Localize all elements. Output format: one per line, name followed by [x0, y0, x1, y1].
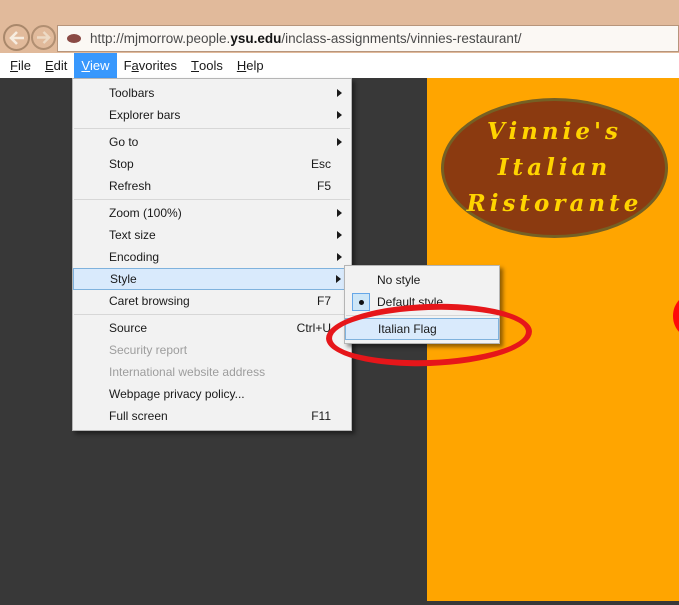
menubar-item-tools[interactable]: Tools [184, 53, 230, 78]
view-menu-item-zoom-100[interactable]: Zoom (100%) [73, 202, 351, 224]
menu-separator [74, 199, 350, 200]
submenu-arrow-icon [337, 253, 342, 261]
menu-arrow-column [337, 111, 351, 119]
menubar-item-edit[interactable]: Edit [38, 53, 74, 78]
menu-item-shortcut: F11 [311, 409, 331, 423]
style-submenu-item-italian-flag[interactable]: Italian Flag [345, 318, 499, 340]
style-submenu: No style Default style Italian Flag [344, 265, 500, 344]
address-bar[interactable]: http://mjmorrow.people.ysu.edu/inclass-a… [57, 25, 679, 52]
logo-line-1: Vinnie's [487, 114, 622, 150]
menu-item-label: Default style [377, 295, 479, 309]
view-menu-item-explorer-bars[interactable]: Explorer bars [73, 104, 351, 126]
menu-item-label: Encoding [109, 250, 331, 264]
submenu-arrow-icon [336, 275, 341, 283]
menu-item-label: Style [110, 272, 330, 286]
menu-bullet-column [345, 293, 377, 311]
menubar-item-help[interactable]: Help [230, 53, 271, 78]
submenu-arrow-icon [337, 89, 342, 97]
view-menu-item-caret-browsing[interactable]: Caret browsingF7 [73, 290, 351, 312]
view-menu-item-security-report: Security report [73, 339, 351, 361]
submenu-arrow-icon [337, 231, 342, 239]
back-button[interactable] [3, 24, 30, 51]
view-menu-item-go-to[interactable]: Go to [73, 131, 351, 153]
menu-separator [74, 314, 350, 315]
selected-style-bullet-icon [352, 293, 370, 311]
menu-item-label: Go to [109, 135, 331, 149]
view-menu-item-webpage-privacy-policy[interactable]: Webpage privacy policy... [73, 383, 351, 405]
menu-item-label: Text size [109, 228, 331, 242]
page-favicon-icon [67, 34, 81, 43]
forward-button[interactable] [31, 25, 56, 50]
menu-item-label: Toolbars [109, 86, 331, 100]
submenu-arrow-icon [337, 138, 342, 146]
menu-bar: FileEditViewFavoritesToolsHelp [0, 53, 679, 78]
menu-arrow-column [337, 138, 351, 146]
forward-arrow-icon [36, 31, 51, 44]
menubar-item-file[interactable]: File [3, 53, 38, 78]
view-menu-item-full-screen[interactable]: Full screenF11 [73, 405, 351, 427]
view-menu-item-style[interactable]: Style [73, 268, 351, 290]
menu-item-label: Stop [109, 157, 311, 171]
url-text: http://mjmorrow.people.ysu.edu/inclass-a… [90, 31, 521, 46]
menu-item-shortcut: Esc [311, 157, 331, 171]
style-submenu-item-no-style[interactable]: No style [345, 269, 499, 291]
menu-item-shortcut: F7 [317, 294, 331, 308]
back-arrow-icon [9, 31, 25, 45]
menu-item-label: International website address [109, 365, 331, 379]
menu-arrow-column [337, 209, 351, 217]
view-menu-item-text-size[interactable]: Text size [73, 224, 351, 246]
view-dropdown-menu: ToolbarsExplorer barsGo toStopEscRefresh… [72, 78, 352, 431]
style-submenu-item-default-style[interactable]: Default style [345, 291, 499, 313]
submenu-arrow-icon [337, 111, 342, 119]
menu-separator [346, 315, 498, 316]
view-menu-item-stop[interactable]: StopEsc [73, 153, 351, 175]
menu-item-label: Explorer bars [109, 108, 331, 122]
menu-item-label: No style [377, 273, 479, 287]
browser-chrome: http://mjmorrow.people.ysu.edu/inclass-a… [0, 0, 679, 53]
menu-item-label: Refresh [109, 179, 317, 193]
menubar-item-view[interactable]: View [74, 53, 116, 78]
menu-item-label: Security report [109, 343, 331, 357]
menu-item-label: Source [109, 321, 297, 335]
view-menu-item-toolbars[interactable]: Toolbars [73, 82, 351, 104]
menu-item-label: Caret browsing [109, 294, 317, 308]
menu-item-label: Full screen [109, 409, 311, 423]
view-menu-item-international-website-address: International website address [73, 361, 351, 383]
restaurant-logo: Vinnie's Italian Ristorante [441, 98, 668, 238]
menu-item-shortcut: F5 [317, 179, 331, 193]
menubar-item-favorites[interactable]: Favorites [117, 53, 184, 78]
menu-arrow-column [337, 253, 351, 261]
menu-arrow-column [337, 231, 351, 239]
menu-item-shortcut: Ctrl+U [297, 321, 331, 335]
menu-item-label: Webpage privacy policy... [109, 387, 331, 401]
view-menu-item-refresh[interactable]: RefreshF5 [73, 175, 351, 197]
logo-line-2: Italian [498, 150, 611, 186]
menu-item-label: Italian Flag [378, 322, 478, 336]
view-menu-item-encoding[interactable]: Encoding [73, 246, 351, 268]
menu-item-label: Zoom (100%) [109, 206, 331, 220]
submenu-arrow-icon [337, 209, 342, 217]
menu-arrow-column [337, 89, 351, 97]
logo-line-3: Ristorante [467, 186, 643, 222]
view-menu-item-source[interactable]: SourceCtrl+U [73, 317, 351, 339]
menu-separator [74, 128, 350, 129]
